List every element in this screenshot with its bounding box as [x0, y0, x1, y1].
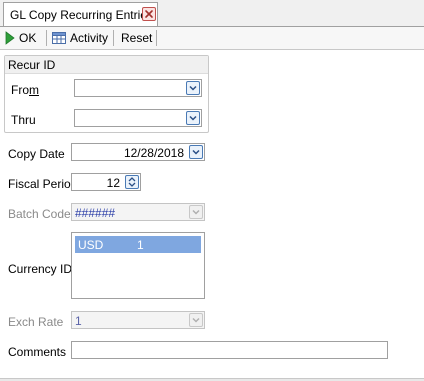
- from-label-mnemonic: m: [29, 83, 39, 97]
- currency-value: 1: [137, 238, 144, 252]
- currency-code: USD: [78, 238, 104, 252]
- tab-gl-copy-recurring[interactable]: GL Copy Recurring Entries: [3, 2, 158, 26]
- from-label-text: Fro: [11, 83, 29, 97]
- fiscal-period-value: 12: [106, 176, 120, 190]
- exch-rate-combo: 1: [71, 311, 205, 329]
- toolbar-separator: [46, 30, 47, 46]
- table-grid-icon: [52, 32, 66, 44]
- spin-updown-icon[interactable]: [125, 175, 139, 189]
- toolbar: OK Activity Reset: [0, 27, 424, 50]
- comments-label: Comments: [8, 345, 67, 359]
- chevron-down-icon: [189, 205, 203, 219]
- tab-title: GL Copy Recurring Entries: [10, 8, 153, 22]
- toolbar-separator: [156, 30, 157, 46]
- list-item[interactable]: USD 1: [75, 236, 201, 253]
- exch-rate-label: Exch Rate: [8, 315, 64, 329]
- recur-id-group-header: Recur ID: [5, 56, 208, 74]
- chevron-down-icon[interactable]: [186, 81, 200, 95]
- chevron-down-icon[interactable]: [189, 145, 203, 159]
- recur-id-group-title: Recur ID: [8, 58, 56, 72]
- reset-button[interactable]: Reset: [121, 29, 152, 47]
- from-combo[interactable]: [74, 79, 202, 97]
- chevron-down-icon[interactable]: [186, 111, 200, 125]
- copy-date-field[interactable]: 12/28/2018: [71, 143, 205, 161]
- exch-rate-value: 1: [75, 314, 82, 328]
- activity-label: Activity: [70, 31, 109, 45]
- thru-combo[interactable]: [74, 109, 202, 127]
- batch-code-label: Batch Code: [8, 207, 71, 221]
- currency-id-listbox[interactable]: USD 1: [71, 232, 205, 299]
- thru-label: Thru: [11, 113, 36, 127]
- gl-copy-recurring-window: GL Copy Recurring Entries OK Activity Re…: [0, 0, 424, 381]
- fiscal-period-label: Fiscal Period: [8, 177, 78, 191]
- activity-button[interactable]: Activity: [52, 29, 108, 47]
- play-arrow-icon: [5, 31, 15, 45]
- chevron-down-icon: [189, 313, 203, 327]
- copy-date-label: Copy Date: [8, 147, 65, 161]
- toolbar-separator: [113, 30, 114, 46]
- reset-label: Reset: [121, 31, 153, 45]
- tab-strip: GL Copy Recurring Entries: [0, 0, 424, 27]
- batch-code-value: ######: [75, 206, 116, 220]
- copy-date-value: 12/28/2018: [123, 146, 184, 160]
- ok-button[interactable]: OK: [5, 29, 36, 47]
- from-label: From: [11, 83, 39, 97]
- currency-id-label: Currency ID: [8, 262, 73, 276]
- ok-label: OK: [19, 31, 37, 45]
- fiscal-period-stepper[interactable]: 12: [71, 173, 141, 191]
- batch-code-combo: ######: [71, 203, 205, 221]
- close-icon[interactable]: [142, 7, 156, 21]
- comments-field[interactable]: [71, 341, 388, 359]
